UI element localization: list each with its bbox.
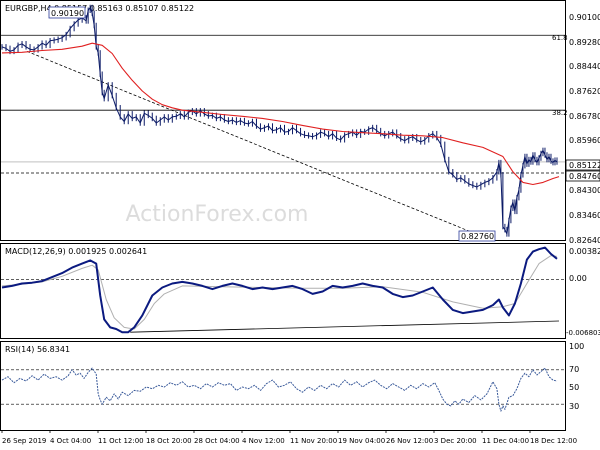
macd-panel [0, 243, 566, 339]
x-tick: 18 Oct 20:00 [146, 437, 192, 445]
rsi-y-tick: 70 [569, 365, 579, 374]
x-tick: 11 Nov 20:00 [290, 437, 337, 445]
x-tick: 28 Oct 04:00 [194, 437, 240, 445]
main-header: EURGBP,H4 0.85157 0.85163 0.85107 0.8512… [5, 4, 194, 13]
low-annotation: 0.82760 [461, 232, 494, 241]
main-y-tick: 0.85960 [569, 136, 600, 145]
main-y-tick: 0.87620 [569, 87, 600, 96]
macd-y-tick: -0.006803 [566, 329, 600, 337]
main-y-tick: 0.90100 [569, 13, 600, 22]
x-tick: 3 Dec 20:00 [434, 437, 477, 445]
main-y-tick: 0.83460 [569, 211, 600, 220]
x-tick: 26 Sep 2019 [2, 437, 46, 445]
rsi-y-tick: 100 [569, 342, 584, 351]
x-tick: 4 Nov 12:00 [242, 437, 285, 445]
x-tick: 26 Nov 12:00 [386, 437, 433, 445]
x-tick: 11 Dec 04:00 [482, 437, 529, 445]
x-tick: 11 Oct 12:00 [98, 437, 144, 445]
x-tick: 19 Nov 04:00 [338, 437, 385, 445]
main-y-tick: 0.88440 [569, 62, 600, 71]
fib-382-label: 38.2 [552, 109, 568, 117]
main-y-tick: 0.89280 [569, 38, 600, 47]
macd-y-axis: 0.00382 0.00 -0.006803 [566, 247, 600, 337]
current-price-label: 0.85122 [569, 161, 600, 170]
macd-header: MACD(12,26,9) 0.001925 0.002641 [5, 247, 147, 256]
high-annotation: 0.90190 [51, 9, 84, 18]
rsi-header: RSI(14) 56.8341 [5, 345, 70, 354]
rsi-y-tick: 30 [569, 402, 579, 411]
fib-618-label: 61.8 [552, 34, 568, 42]
main-y-axis: 0.90100 0.89280 0.88440 0.87620 0.86780 … [569, 13, 600, 245]
rsi-y-axis: 100 70 50 30 [569, 342, 584, 411]
main-y-tick: 0.82640 [569, 236, 600, 245]
support-price-label: 0.84760 [569, 172, 600, 181]
x-tick: 4 Oct 04:00 [50, 437, 91, 445]
main-y-tick: 0.86780 [569, 112, 600, 121]
x-tick: 18 Dec 12:00 [530, 437, 577, 445]
eurgbp-h4-chart: ActionForex.com EURGBP,H4 0.85157 0.8516… [0, 0, 600, 445]
macd-y-tick: 0.00 [569, 274, 587, 283]
watermark: ActionForex.com [126, 202, 309, 227]
rsi-y-tick: 50 [569, 383, 579, 392]
main-y-tick: 0.84300 [569, 186, 600, 195]
x-axis: 26 Sep 2019 4 Oct 04:00 11 Oct 12:00 18 … [2, 437, 577, 445]
macd-y-tick: 0.00382 [569, 247, 600, 256]
